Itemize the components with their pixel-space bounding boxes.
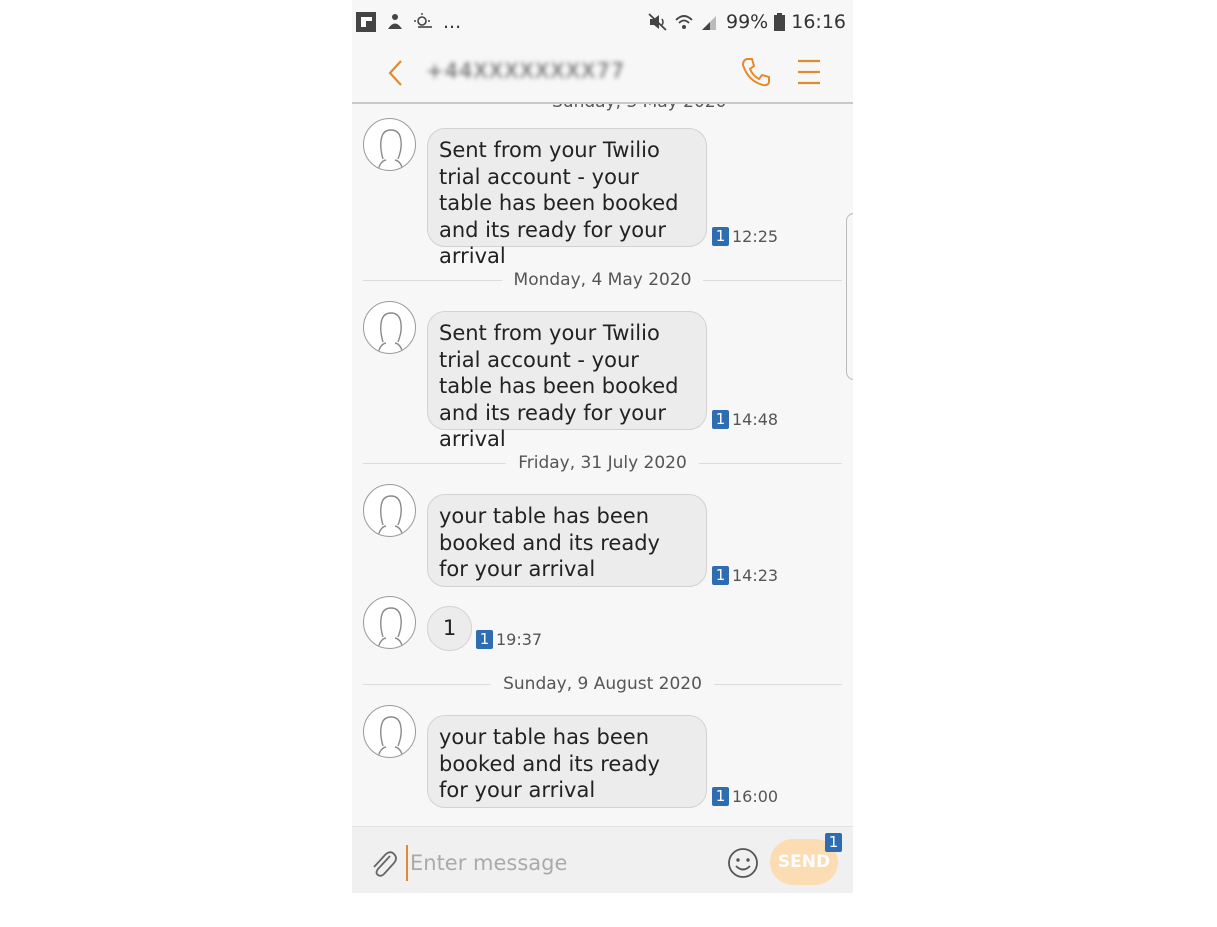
back-button[interactable]	[384, 58, 408, 88]
wifi-icon	[674, 12, 694, 32]
date-label: Sunday, 9 August 2020	[503, 674, 702, 694]
contact-avatar[interactable]	[363, 484, 416, 537]
message-list[interactable]: Sunday, 3 May 2020 Sent from your Twilio…	[352, 104, 853, 826]
send-sim-badge: 1	[825, 833, 842, 852]
message-meta: 1 16:00	[712, 787, 778, 806]
conversation-header: +44XXXXXXXX77	[352, 44, 853, 104]
messages-screen: ... 99% 16:16 +44XXXXXXXX77 Sent from yo…	[352, 0, 853, 893]
message-bubble[interactable]: Sent from your Twilio trial account - yo…	[427, 128, 707, 268]
message-time: 14:23	[732, 566, 779, 585]
scroll-handle[interactable]	[846, 213, 853, 380]
sim-badge: 1	[712, 227, 729, 246]
signal-icon	[700, 12, 720, 32]
message-bubble[interactable]: Sent from your Twilio trial account - yo…	[427, 311, 707, 451]
sim-badge: 1	[712, 566, 729, 585]
date-label: Monday, 4 May 2020	[513, 270, 692, 290]
contact-avatar[interactable]	[363, 705, 416, 758]
status-time: 16:16	[791, 11, 846, 33]
sim-badge: 1	[476, 630, 493, 649]
call-button[interactable]	[740, 56, 772, 88]
message-input[interactable]	[406, 845, 712, 881]
contact-avatar[interactable]	[363, 301, 416, 354]
message-meta: 1 14:48	[712, 410, 778, 429]
weather-icon	[414, 12, 434, 32]
mute-icon	[648, 12, 668, 32]
contact-avatar[interactable]	[363, 596, 416, 649]
battery-percent: 99%	[726, 11, 769, 33]
message-time: 12:25	[732, 227, 779, 246]
message-meta: 1 14:23	[712, 566, 778, 585]
sim-badge: 1	[712, 787, 729, 806]
message-meta: 1 19:37	[476, 630, 542, 649]
date-divider: Monday, 4 May 2020	[363, 270, 843, 290]
attach-button[interactable]	[368, 847, 398, 879]
more-notifications: ...	[443, 11, 462, 33]
contact-avatar[interactable]	[363, 118, 416, 171]
message-time: 19:37	[496, 630, 543, 649]
menu-button[interactable]	[796, 58, 822, 86]
message-bubble[interactable]: 1	[427, 606, 472, 651]
flipboard-icon	[356, 12, 376, 32]
sim-badge: 1	[712, 410, 729, 429]
message-bubble[interactable]: your table has been booked and its ready…	[427, 494, 707, 587]
date-label: Friday, 31 July 2020	[518, 453, 687, 473]
date-divider: Friday, 31 July 2020	[363, 453, 843, 473]
message-time: 16:00	[732, 787, 779, 806]
date-divider: Sunday, 9 August 2020	[363, 674, 843, 694]
message-composer: SEND 1	[352, 826, 853, 893]
notification-icon	[385, 12, 405, 32]
message-meta: 1 12:25	[712, 227, 778, 246]
battery-icon	[774, 12, 786, 32]
message-time: 14:48	[732, 410, 779, 429]
date-divider-partial: Sunday, 3 May 2020	[552, 104, 726, 112]
emoji-button[interactable]	[727, 847, 759, 879]
contact-number: +44XXXXXXXX77	[426, 59, 626, 83]
status-bar: ... 99% 16:16	[352, 0, 853, 44]
message-bubble[interactable]: your table has been booked and its ready…	[427, 715, 707, 808]
